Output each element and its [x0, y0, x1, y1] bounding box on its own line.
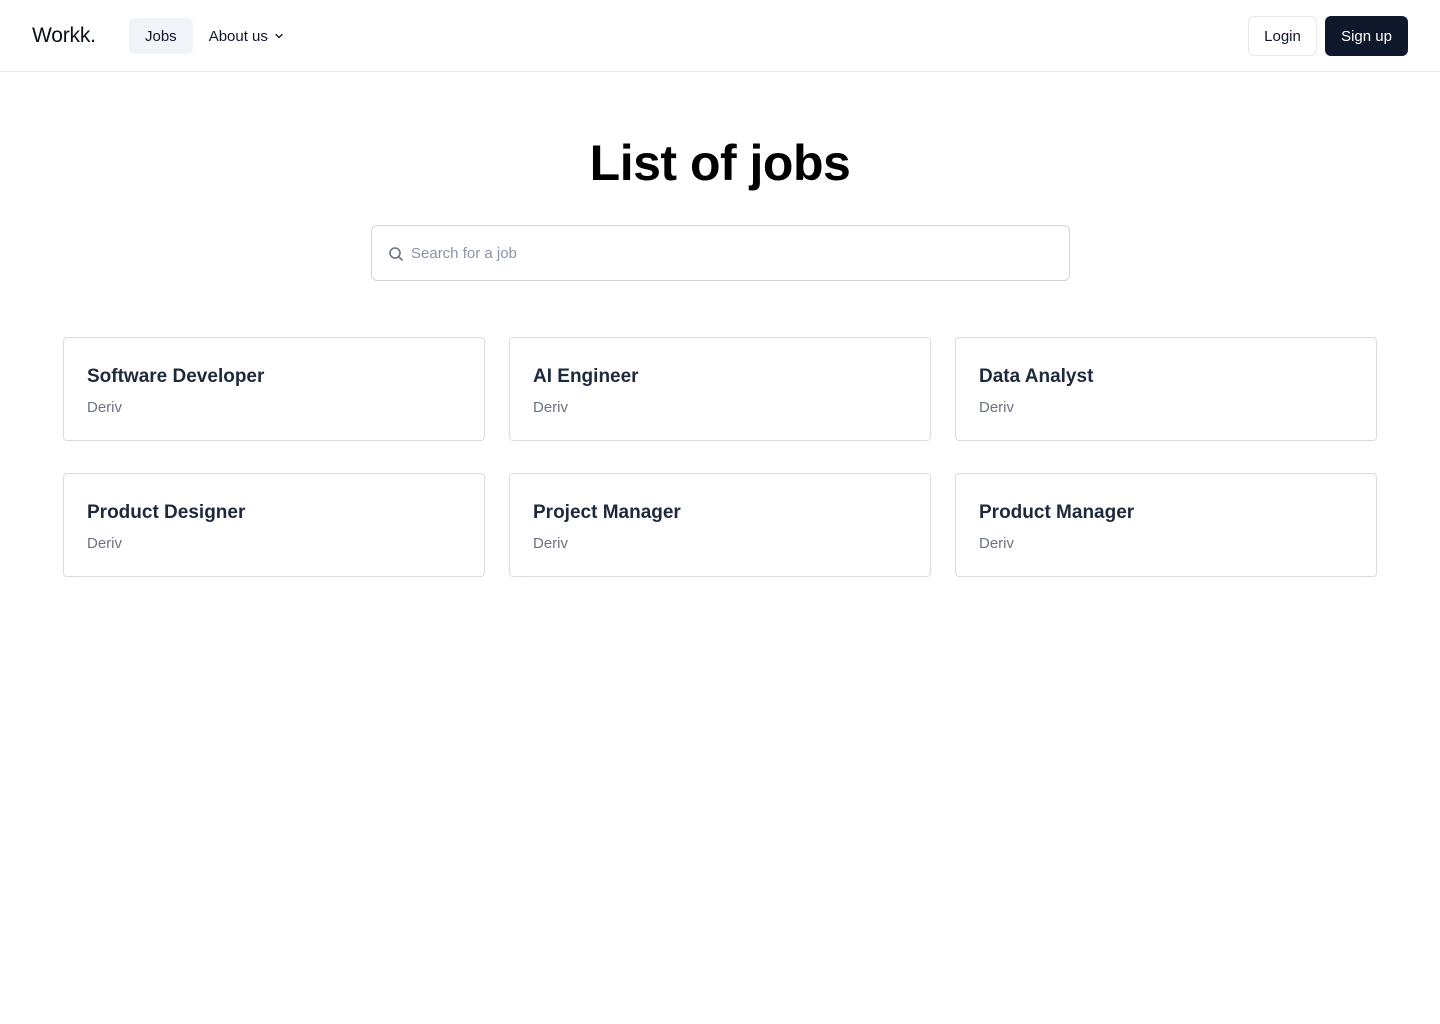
job-company: Deriv: [533, 399, 569, 416]
job-card[interactable]: Product Designer Deriv: [63, 473, 485, 577]
nav-about-label: About us: [208, 27, 268, 45]
search-input[interactable]: [411, 226, 1051, 280]
job-card[interactable]: Data Analyst Deriv: [955, 337, 1377, 441]
job-company: Deriv: [979, 535, 1015, 552]
job-company: Deriv: [533, 535, 569, 552]
job-company: Deriv: [87, 535, 123, 552]
chevron-down-icon: [274, 31, 284, 41]
job-title: Software Developer: [87, 366, 265, 387]
job-card[interactable]: Software Developer Deriv: [63, 337, 485, 441]
nav-jobs-label: Jobs: [145, 27, 177, 45]
login-button[interactable]: Login: [1248, 16, 1317, 56]
search-icon: [388, 246, 404, 262]
job-title: Product Manager: [979, 502, 1135, 523]
signup-button[interactable]: Sign up: [1325, 16, 1408, 56]
job-title: AI Engineer: [533, 366, 639, 387]
main-nav: Jobs About us: [129, 18, 300, 54]
job-company: Deriv: [979, 399, 1015, 416]
logo[interactable]: Workk.: [32, 24, 96, 48]
nav-about-us[interactable]: About us: [193, 18, 300, 54]
job-card[interactable]: AI Engineer Deriv: [509, 337, 931, 441]
job-title: Data Analyst: [979, 366, 1094, 387]
job-card[interactable]: Product Manager Deriv: [955, 473, 1377, 577]
job-title: Project Manager: [533, 502, 681, 523]
job-title: Product Designer: [87, 502, 246, 523]
job-card[interactable]: Project Manager Deriv: [509, 473, 931, 577]
page-title: List of jobs: [589, 135, 851, 191]
nav-jobs[interactable]: Jobs: [129, 18, 193, 54]
search-box: [371, 225, 1070, 281]
job-company: Deriv: [87, 399, 123, 416]
top-navbar: Workk. Jobs About us Login Sign up: [0, 0, 1440, 72]
